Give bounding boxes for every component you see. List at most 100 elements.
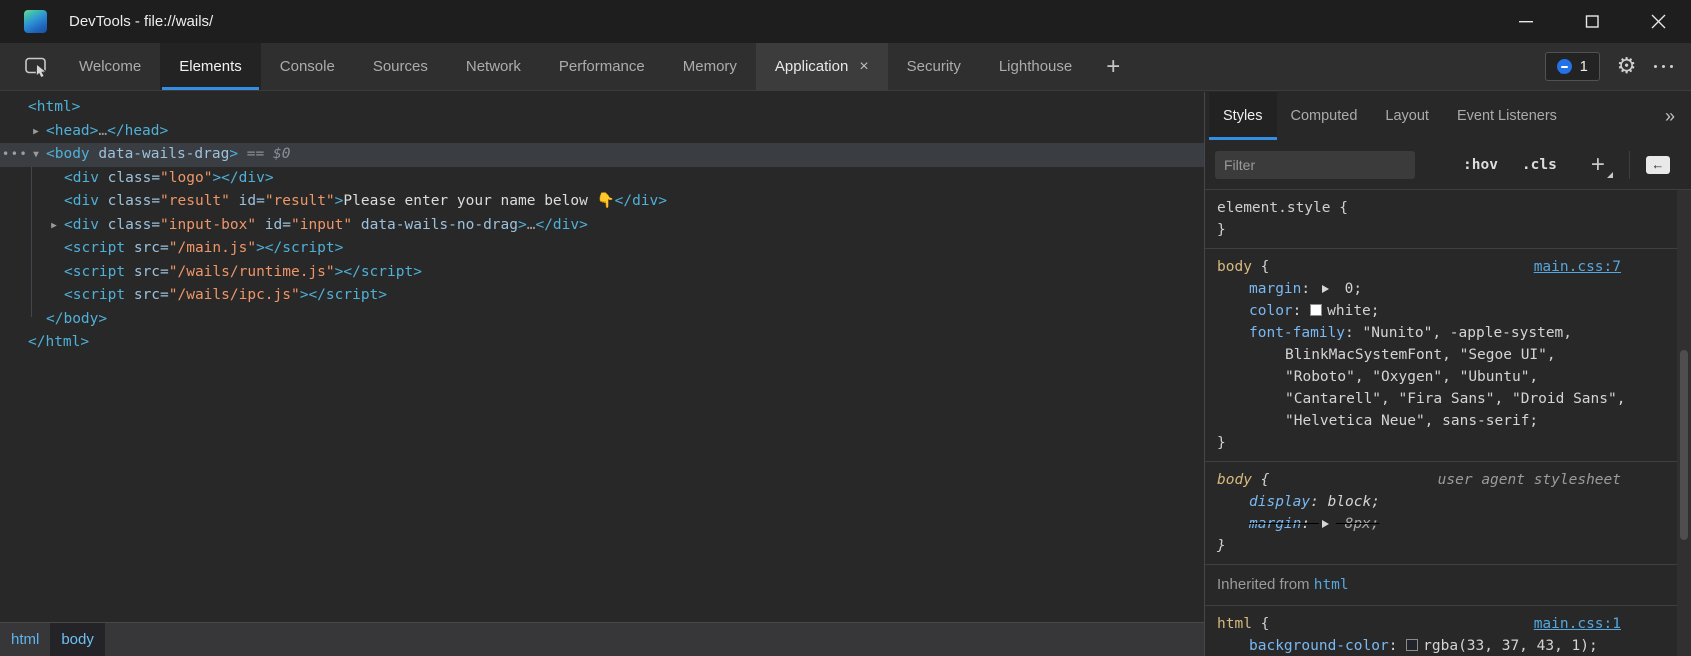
more-options-button[interactable] xyxy=(1654,65,1674,69)
panel-left-arrow-icon[interactable]: ← xyxy=(1646,156,1670,174)
breadcrumb-body[interactable]: body xyxy=(50,623,105,656)
sidebar-tab-event-listeners[interactable]: Event Listeners xyxy=(1443,92,1571,140)
css-property-name: background-color xyxy=(1249,638,1389,654)
code-segment: = xyxy=(160,264,169,280)
toggle-pseudo-state-button[interactable]: :hov xyxy=(1463,157,1498,173)
colon: : xyxy=(1389,638,1406,654)
close-tab-icon[interactable]: × xyxy=(859,59,868,75)
styles-toolbar: :hov .cls + ← xyxy=(1205,140,1691,190)
code-segment: "input-box" xyxy=(160,217,256,233)
declaration-text: background-color: rgba(33, 37, 43, 1); xyxy=(1249,638,1598,654)
add-tab-button[interactable]: + xyxy=(1091,43,1135,90)
expand-arrow-icon[interactable]: ▼ xyxy=(28,143,44,167)
tab-label: Elements xyxy=(179,58,242,75)
tab-sources[interactable]: Sources xyxy=(354,43,447,90)
dom-tree-row[interactable]: </body> xyxy=(0,308,1204,332)
open-brace: { xyxy=(1331,200,1348,216)
css-declaration[interactable]: margin: 8px; xyxy=(1217,513,1677,535)
dom-tree-row[interactable]: <script src="/main.js"></script> xyxy=(0,237,1204,261)
style-rule-section: main.css:7 body { margin: 0; color: white; f… xyxy=(1205,249,1677,462)
css-rule-header[interactable]: user agent stylesheetbody { xyxy=(1217,469,1677,491)
css-property-value: 0; xyxy=(1345,281,1362,297)
toggle-element-class-button[interactable]: .cls xyxy=(1522,157,1557,173)
css-selector[interactable]: html xyxy=(1217,616,1252,632)
inherited-element-link[interactable]: html xyxy=(1314,577,1349,593)
devtools-window: DevTools - file://wails/ WelcomeElements… xyxy=(0,0,1691,656)
css-value-continuation: "Roboto", "Oxygen", "Ubuntu", xyxy=(1217,366,1677,388)
css-selector[interactable]: body xyxy=(1217,472,1252,488)
css-rule-header[interactable]: element.style { xyxy=(1217,197,1677,219)
stylesheet-origin-note: user agent stylesheet xyxy=(1438,469,1621,491)
color-swatch[interactable] xyxy=(1406,639,1418,651)
code-segment: </head> xyxy=(107,123,168,139)
declaration-text: color: white; xyxy=(1249,303,1380,319)
dom-tree-row[interactable]: ▶<div class="input-box" id="input" data-… xyxy=(0,214,1204,238)
maximize-button[interactable] xyxy=(1559,0,1625,43)
scrollbar-thumb[interactable] xyxy=(1680,350,1688,540)
sidebar-tab-layout[interactable]: Layout xyxy=(1371,92,1443,140)
stylesheet-link[interactable]: main.css:1 xyxy=(1534,613,1621,635)
code-segment: <script xyxy=(64,287,125,303)
content-area: <html>▶<head>…</head>•••▼<body data-wail… xyxy=(0,92,1691,656)
expand-value-icon[interactable] xyxy=(1322,520,1329,528)
dom-tree-row[interactable]: <script src="/wails/runtime.js"></script… xyxy=(0,261,1204,285)
tab-security[interactable]: Security xyxy=(888,43,980,90)
css-property-value: 8px; xyxy=(1345,516,1380,532)
code-segment: class xyxy=(99,170,151,186)
css-declaration[interactable]: background-color: rgba(33, 37, 43, 1); xyxy=(1217,635,1677,656)
code-segment: </html> xyxy=(28,334,89,350)
stylesheet-link[interactable]: main.css:7 xyxy=(1534,256,1621,278)
dom-tree-row[interactable]: <div class="logo"></div> xyxy=(0,167,1204,191)
toolbar-right: 1 ⚙ xyxy=(1545,43,1691,90)
css-declaration[interactable]: margin: 0; xyxy=(1217,278,1677,300)
minimize-button[interactable] xyxy=(1493,0,1559,43)
color-swatch[interactable] xyxy=(1310,304,1322,316)
inspect-element-button[interactable] xyxy=(14,43,60,90)
css-selector[interactable]: body xyxy=(1217,259,1252,275)
settings-button[interactable]: ⚙ xyxy=(1617,56,1637,78)
code-segment: ></script> xyxy=(335,264,422,280)
tab-network[interactable]: Network xyxy=(447,43,540,90)
css-declaration[interactable]: display: block; xyxy=(1217,491,1677,513)
open-brace: { xyxy=(1252,259,1269,275)
css-rule-header[interactable]: main.css:1html { xyxy=(1217,613,1677,635)
css-property-name: margin xyxy=(1249,281,1301,297)
css-value-continuation: BlinkMacSystemFont, "Segoe UI", xyxy=(1217,344,1677,366)
feedback-badge[interactable]: 1 xyxy=(1545,52,1600,81)
new-style-rule-button[interactable]: + xyxy=(1591,153,1605,177)
breadcrumb-html[interactable]: html xyxy=(0,623,50,656)
tab-performance[interactable]: Performance xyxy=(540,43,664,90)
tab-elements[interactable]: Elements xyxy=(160,43,261,90)
expand-arrow-icon[interactable]: ▶ xyxy=(28,120,44,144)
css-selector[interactable]: element.style xyxy=(1217,200,1331,216)
css-property-value: block; xyxy=(1328,494,1380,510)
expand-value-icon[interactable] xyxy=(1322,285,1329,293)
tab-memory[interactable]: Memory xyxy=(664,43,756,90)
row-menu-dots-icon[interactable]: ••• xyxy=(2,143,28,167)
sidebar-tab-styles[interactable]: Styles xyxy=(1209,92,1277,140)
dom-tree-row[interactable]: <script src="/wails/ipc.js"></script> xyxy=(0,284,1204,308)
style-filter-input[interactable] xyxy=(1215,151,1415,179)
tab-console[interactable]: Console xyxy=(261,43,354,90)
dom-tree-row[interactable]: </html> xyxy=(0,331,1204,355)
sidebar-tab-computed[interactable]: Computed xyxy=(1277,92,1372,140)
inherited-from-label: Inherited from xyxy=(1217,576,1310,593)
close-button[interactable] xyxy=(1625,0,1691,43)
expand-arrow-icon[interactable]: ▶ xyxy=(46,214,62,238)
css-rule-header[interactable]: main.css:7 body { xyxy=(1217,256,1677,278)
dom-tree-row[interactable]: •••▼<body data-wails-drag> == $0 xyxy=(0,143,1204,167)
code-segment: "/wails/runtime.js" xyxy=(169,264,335,280)
colon: : xyxy=(1310,494,1327,510)
declaration-text: font-family: "Nunito", -apple-system, xyxy=(1249,325,1572,341)
tab-welcome[interactable]: Welcome xyxy=(60,43,160,90)
dom-tree-row[interactable]: <html> xyxy=(0,96,1204,120)
code-segment: "/wails/ipc.js" xyxy=(169,287,300,303)
tab-application[interactable]: Application× xyxy=(756,43,888,90)
more-tabs-button[interactable]: » xyxy=(1665,92,1675,140)
dom-tree-row[interactable]: <div class="result" id="result">Please e… xyxy=(0,190,1204,214)
css-declaration[interactable]: font-family: "Nunito", -apple-system, xyxy=(1217,322,1677,344)
tab-lighthouse[interactable]: Lighthouse xyxy=(980,43,1091,90)
dom-tree-row[interactable]: ▶<head>…</head> xyxy=(0,120,1204,144)
style-rule-section: main.css:1html {background-color: rgba(3… xyxy=(1205,606,1677,656)
css-declaration[interactable]: color: white; xyxy=(1217,300,1677,322)
